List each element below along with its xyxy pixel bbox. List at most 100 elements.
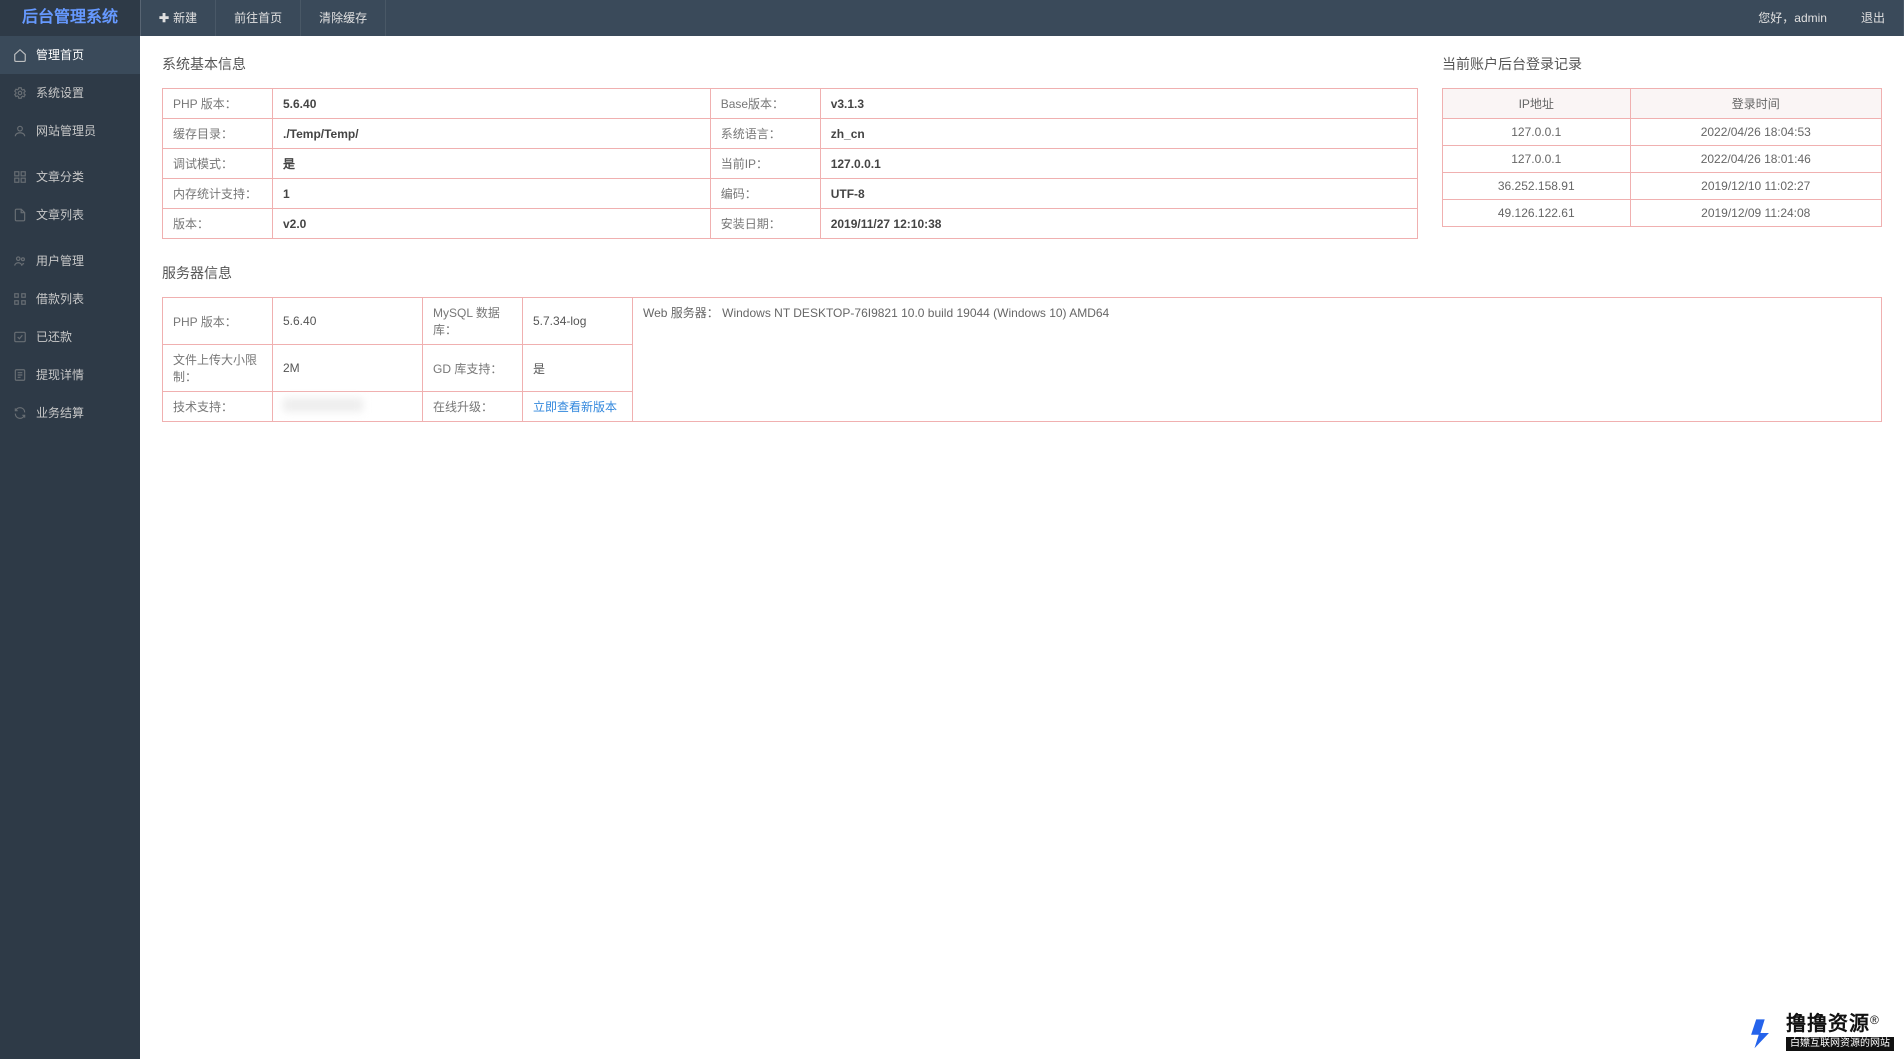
watermark-sup: ® — [1870, 1013, 1879, 1027]
login-time: 2022/04/26 18:04:53 — [1630, 119, 1882, 146]
server-info-table: PHP 版本： 5.6.40 MySQL 数据库： 5.7.34-log Web… — [162, 297, 1882, 422]
login-ip: 49.126.122.61 — [1443, 200, 1631, 227]
basic-label: 缓存目录： — [163, 119, 273, 149]
watermark-title: 撸撸资源 — [1786, 1013, 1870, 1035]
basic-value: 1 — [273, 179, 711, 209]
server-php-label: PHP 版本： — [163, 298, 273, 345]
table-row: 缓存目录：./Temp/Temp/系统语言：zh_cn — [163, 119, 1418, 149]
sidebar: 管理首页 系统设置 网站管理员 文章分类 文章列表 用户管理 借款列表 — [0, 36, 140, 1059]
table-row: 版本：v2.0安装日期：2019/11/27 12:10:38 — [163, 209, 1418, 239]
table-row: 127.0.0.12022/04/26 18:01:46 — [1443, 146, 1882, 173]
sidebar-item-dashboard[interactable]: 管理首页 — [0, 36, 140, 74]
sidebar-item-label: 用户管理 — [36, 252, 84, 269]
app-logo: 后台管理系统 — [0, 0, 140, 36]
login-time: 2019/12/09 11:24:08 — [1630, 200, 1882, 227]
server-gd-label: GD 库支持： — [423, 345, 523, 392]
sidebar-item-repaid[interactable]: 已还款 — [0, 318, 140, 356]
sidebar-item-label: 提现详情 — [36, 366, 84, 383]
basic-label: PHP 版本： — [163, 89, 273, 119]
watermark-text: 撸撸资源® 白嫖互联网资源的网站 — [1786, 1014, 1894, 1051]
sidebar-item-label: 网站管理员 — [36, 122, 96, 139]
basic-label: 编码： — [710, 179, 820, 209]
server-web-value: Windows NT DESKTOP-76I9821 10.0 build 19… — [722, 306, 1109, 320]
sidebar-item-withdraw-detail[interactable]: 提现详情 — [0, 356, 140, 394]
home-icon — [12, 47, 28, 63]
plus-icon: ✚ — [159, 11, 169, 25]
watermark-sub: 白嫖互联网资源的网站 — [1786, 1037, 1894, 1051]
table-row: 49.126.122.612019/12/09 11:24:08 — [1443, 200, 1882, 227]
redacted-value — [283, 398, 363, 412]
main-content: 系统基本信息 PHP 版本：5.6.40Base版本：v3.1.3缓存目录：./… — [140, 36, 1904, 1059]
basic-value: 2019/11/27 12:10:38 — [820, 209, 1417, 239]
login-header-ip: IP地址 — [1443, 89, 1631, 119]
grid-icon — [12, 169, 28, 185]
table-row: 127.0.0.12022/04/26 18:04:53 — [1443, 119, 1882, 146]
sidebar-item-settings[interactable]: 系统设置 — [0, 74, 140, 112]
list-icon — [12, 291, 28, 307]
server-support-value — [273, 392, 423, 422]
login-header-time: 登录时间 — [1630, 89, 1882, 119]
new-button[interactable]: ✚新建 — [140, 0, 216, 36]
sidebar-item-label: 文章分类 — [36, 168, 84, 185]
server-web-label: Web 服务器： — [643, 306, 719, 320]
check-icon — [12, 329, 28, 345]
goto-home-button[interactable]: 前往首页 — [216, 0, 301, 36]
gear-icon — [12, 85, 28, 101]
sidebar-item-user-mgmt[interactable]: 用户管理 — [0, 242, 140, 280]
watermark-logo-icon — [1746, 1016, 1780, 1050]
topbar: 后台管理系统 ✚新建 前往首页 清除缓存 您好，admin 退出 — [0, 0, 1904, 36]
server-gd-value: 是 — [523, 345, 633, 392]
login-ip: 36.252.158.91 — [1443, 173, 1631, 200]
server-mysql-value: 5.7.34-log — [523, 298, 633, 345]
sidebar-item-article-cat[interactable]: 文章分类 — [0, 158, 140, 196]
login-ip: 127.0.0.1 — [1443, 119, 1631, 146]
basic-value: zh_cn — [820, 119, 1417, 149]
sidebar-item-label: 文章列表 — [36, 206, 84, 223]
server-upload-label: 文件上传大小限制： — [163, 345, 273, 392]
sidebar-item-label: 业务结算 — [36, 404, 84, 421]
logout-button[interactable]: 退出 — [1843, 0, 1904, 36]
sidebar-item-label: 借款列表 — [36, 290, 84, 307]
users-icon — [12, 253, 28, 269]
upgrade-link[interactable]: 立即查看新版本 — [533, 400, 617, 414]
server-info-title: 服务器信息 — [162, 263, 1882, 283]
login-ip: 127.0.0.1 — [1443, 146, 1631, 173]
server-upgrade-cell: 立即查看新版本 — [523, 392, 633, 422]
sidebar-item-article-list[interactable]: 文章列表 — [0, 196, 140, 234]
watermark: 撸撸资源® 白嫖互联网资源的网站 — [1746, 1014, 1894, 1051]
sidebar-item-label: 管理首页 — [36, 46, 84, 63]
sidebar-item-site-admin[interactable]: 网站管理员 — [0, 112, 140, 150]
basic-info-title: 系统基本信息 — [162, 54, 1418, 74]
basic-label: 安装日期： — [710, 209, 820, 239]
table-row: PHP 版本： 5.6.40 MySQL 数据库： 5.7.34-log Web… — [163, 298, 1882, 345]
topbar-right: 您好，admin 退出 — [1742, 0, 1904, 36]
basic-value: 是 — [273, 149, 711, 179]
basic-value: v2.0 — [273, 209, 711, 239]
login-log-title: 当前账户后台登录记录 — [1442, 54, 1882, 74]
sidebar-item-biz-settle[interactable]: 业务结算 — [0, 394, 140, 432]
basic-label: 调试模式： — [163, 149, 273, 179]
sidebar-item-loan-list[interactable]: 借款列表 — [0, 280, 140, 318]
server-upload-value: 2M — [273, 345, 423, 392]
server-support-label: 技术支持： — [163, 392, 273, 422]
basic-label: 系统语言： — [710, 119, 820, 149]
server-web-cell: Web 服务器： Windows NT DESKTOP-76I9821 10.0… — [633, 298, 1882, 422]
basic-label: 当前IP： — [710, 149, 820, 179]
sheet-icon — [12, 367, 28, 383]
basic-value: ./Temp/Temp/ — [273, 119, 711, 149]
basic-label: 版本： — [163, 209, 273, 239]
server-upgrade-label: 在线升级： — [423, 392, 523, 422]
basic-value: UTF-8 — [820, 179, 1417, 209]
basic-value: 127.0.0.1 — [820, 149, 1417, 179]
doc-icon — [12, 207, 28, 223]
topbar-left: ✚新建 前往首页 清除缓存 — [140, 0, 386, 36]
basic-value: 5.6.40 — [273, 89, 711, 119]
table-row: PHP 版本：5.6.40Base版本：v3.1.3 — [163, 89, 1418, 119]
server-php-value: 5.6.40 — [273, 298, 423, 345]
basic-info-table: PHP 版本：5.6.40Base版本：v3.1.3缓存目录：./Temp/Te… — [162, 88, 1418, 239]
login-time: 2019/12/10 11:02:27 — [1630, 173, 1882, 200]
greeting-text: 您好，admin — [1742, 0, 1843, 36]
login-time: 2022/04/26 18:01:46 — [1630, 146, 1882, 173]
table-row: 36.252.158.912019/12/10 11:02:27 — [1443, 173, 1882, 200]
clear-cache-button[interactable]: 清除缓存 — [301, 0, 386, 36]
